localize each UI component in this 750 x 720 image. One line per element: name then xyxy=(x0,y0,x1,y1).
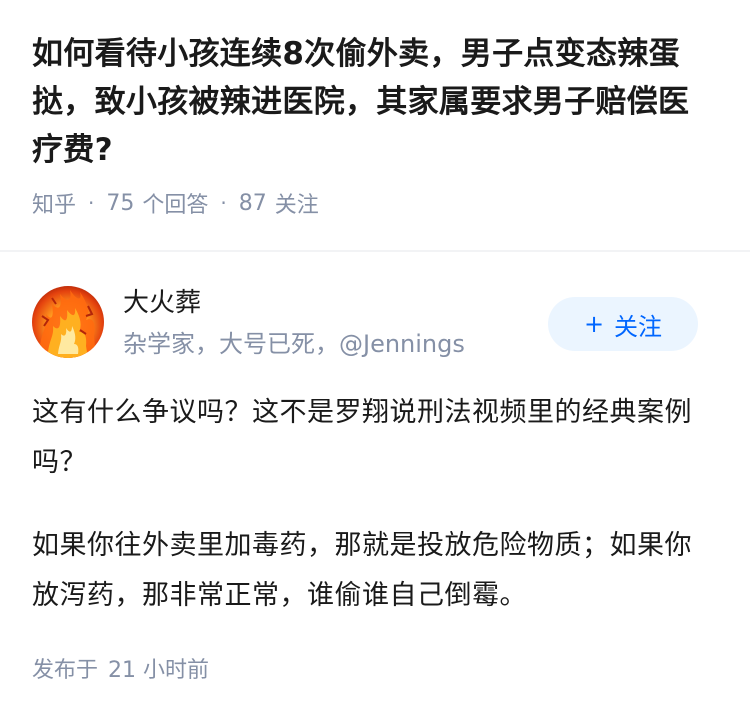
published-time: 21 小时前 xyxy=(108,658,210,683)
published-label: 发布于 xyxy=(32,658,99,683)
followers-label[interactable]: 关注 xyxy=(275,187,319,219)
answer-card: 大火葬 杂学家，大号已死，@Jennings + 关注 这有什么争议吗？这不是罗… xyxy=(0,252,750,654)
answer-paragraph: 如果你往外卖里加毒药，那就是投放危险物质；如果你放泻药，那非常正常，谁偷谁自己倒… xyxy=(32,530,692,611)
meta-separator: · xyxy=(88,191,95,215)
avatar[interactable] xyxy=(32,286,104,358)
followers-count: 87 xyxy=(238,190,267,216)
meta-separator: · xyxy=(220,191,227,215)
question-title[interactable]: 如何看待小孩连续8次偷外卖，男子点变态辣蛋挞，致小孩被辣进医院，其家属要求男子赔… xyxy=(32,30,718,174)
platform-label[interactable]: 知乎 xyxy=(32,187,76,219)
author-row: 大火葬 杂学家，大号已死，@Jennings + 关注 xyxy=(32,252,718,372)
follow-button[interactable]: + 关注 xyxy=(548,297,698,351)
answer-footer: 发布于 21 小时前 xyxy=(32,652,209,684)
question-header: 如何看待小孩连续8次偷外卖，男子点变态辣蛋挞，致小孩被辣进医院，其家属要求男子赔… xyxy=(0,0,750,220)
answers-count: 75 xyxy=(106,190,135,216)
question-meta: 知乎 · 75 个回答 · 87 关注 xyxy=(32,187,718,219)
plus-icon: + xyxy=(583,310,605,338)
answer-body: 这有什么争议吗？这不是罗翔说刑法视频里的经典案例吗？ 如果你往外卖里加毒药，那就… xyxy=(32,388,718,621)
answers-label[interactable]: 个回答 xyxy=(142,187,208,219)
flame-avatar-icon xyxy=(32,286,104,358)
author-bio: 杂学家，大号已死，@Jennings xyxy=(123,330,465,358)
answer-paragraph: 这有什么争议吗？这不是罗翔说刑法视频里的经典案例吗？ xyxy=(32,397,692,478)
follow-label: 关注 xyxy=(614,312,663,341)
author-name[interactable]: 大火葬 xyxy=(123,286,201,320)
